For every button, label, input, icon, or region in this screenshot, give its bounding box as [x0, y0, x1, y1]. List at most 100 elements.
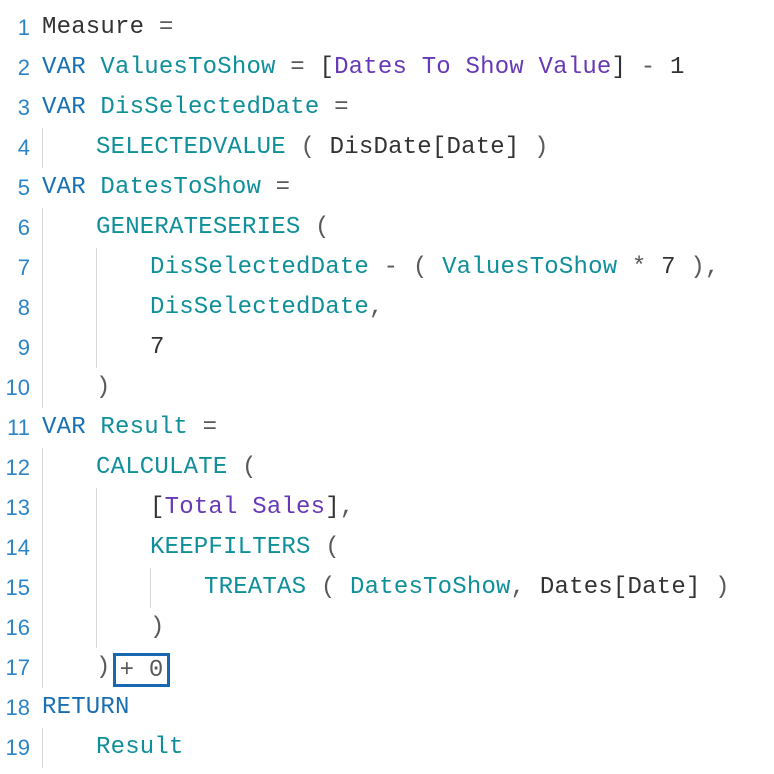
line-number: 16 [0, 608, 34, 648]
token-operator: - [626, 54, 670, 81]
token-number: 7 [661, 254, 676, 281]
line-number: 17 [0, 648, 34, 688]
token-table: Dates [540, 574, 613, 601]
token-variable: ValuesToShow [100, 54, 275, 81]
line-number: 11 [0, 408, 34, 448]
code-line: 6 GENERATESERIES ( [0, 208, 774, 248]
line-number: 6 [0, 208, 34, 248]
code-content[interactable]: [Total Sales], [34, 488, 354, 528]
token-function: CALCULATE [96, 454, 227, 481]
code-content[interactable]: Measure = [34, 8, 173, 48]
token-function: SELECTEDVALUE [96, 134, 286, 161]
token-column: Date [628, 574, 686, 601]
code-content[interactable]: Result [34, 728, 184, 768]
token-bracket: ] [325, 494, 340, 521]
code-line: 10 ) [0, 368, 774, 408]
token-comma: , [369, 294, 384, 321]
token-function: GENERATESERIES [96, 214, 300, 241]
token-measure: Dates To Show Value [334, 54, 611, 81]
token-bracket: [ [150, 494, 165, 521]
code-content[interactable]: VAR Result = [34, 408, 217, 448]
dax-code-editor[interactable]: 1 Measure = 2 VAR ValuesToShow = [Dates … [0, 0, 774, 768]
token-variable: DisSelectedDate [150, 294, 369, 321]
line-number: 7 [0, 248, 34, 288]
indent-guide [42, 648, 96, 688]
code-line: 12 CALCULATE ( [0, 448, 774, 488]
line-number: 18 [0, 688, 34, 728]
code-content[interactable]: TREATAS ( DatesToShow, Dates[Date] ) [34, 568, 730, 608]
code-line: 15 TREATAS ( DatesToShow, Dates[Date] ) [0, 568, 774, 608]
token-variable: Result [96, 734, 184, 761]
token-variable: Result [100, 414, 188, 441]
token-paren: ( [306, 574, 350, 601]
token-column: Date [446, 134, 504, 161]
indent-guide [96, 488, 150, 528]
indent-guide [96, 528, 150, 568]
code-content[interactable]: ) + 0 [34, 648, 170, 688]
token-bracket: ] [612, 54, 627, 81]
code-content[interactable]: VAR DisSelectedDate = [34, 88, 349, 128]
token-paren: ( [286, 134, 330, 161]
code-content[interactable]: ) [34, 368, 111, 408]
line-number: 12 [0, 448, 34, 488]
token-paren: ) [676, 254, 705, 281]
indent-guide [42, 248, 96, 288]
indent-guide [42, 728, 96, 768]
line-number: 10 [0, 368, 34, 408]
token-bracket: [ [613, 574, 628, 601]
indent-guide [96, 328, 150, 368]
indent-guide [96, 248, 150, 288]
indent-guide [42, 128, 96, 168]
line-number: 2 [0, 48, 34, 88]
token-measure: Total Sales [165, 494, 326, 521]
token-paren: ( [311, 534, 340, 561]
indent-guide [42, 288, 96, 328]
token-operator: + 0 [120, 657, 164, 684]
token-variable: DisSelectedDate [100, 94, 319, 121]
code-line: 1 Measure = [0, 8, 774, 48]
token-paren: ) [96, 374, 111, 401]
code-line: 14 KEEPFILTERS ( [0, 528, 774, 568]
line-number: 14 [0, 528, 34, 568]
code-content[interactable]: VAR DatesToShow = [34, 168, 290, 208]
line-number: 3 [0, 88, 34, 128]
token-paren: ) [150, 614, 165, 641]
code-content[interactable]: KEEPFILTERS ( [34, 528, 340, 568]
token-operator: = [276, 54, 320, 81]
line-number: 19 [0, 728, 34, 768]
code-content[interactable]: DisSelectedDate - ( ValuesToShow * 7 ), [34, 248, 720, 288]
indent-guide [96, 568, 150, 608]
indent-guide [42, 608, 96, 648]
line-number: 9 [0, 328, 34, 368]
code-content[interactable]: RETURN [34, 688, 130, 728]
token-paren: ( [227, 454, 256, 481]
code-content[interactable]: GENERATESERIES ( [34, 208, 330, 248]
code-line: 4 SELECTEDVALUE ( DisDate[Date] ) [0, 128, 774, 168]
token-keyword: VAR [42, 174, 86, 201]
code-content[interactable]: SELECTEDVALUE ( DisDate[Date] ) [34, 128, 549, 168]
token-function: KEEPFILTERS [150, 534, 311, 561]
token-operator: = [261, 174, 290, 201]
token-comma: , [705, 254, 720, 281]
line-number: 15 [0, 568, 34, 608]
token-variable: DatesToShow [100, 174, 261, 201]
indent-guide [96, 608, 150, 648]
token-number: 7 [150, 334, 165, 361]
indent-guide [42, 208, 96, 248]
code-line: 2 VAR ValuesToShow = [Dates To Show Valu… [0, 48, 774, 88]
token-paren: ( [413, 254, 442, 281]
code-content[interactable]: VAR ValuesToShow = [Dates To Show Value]… [34, 48, 685, 88]
indent-guide [96, 288, 150, 328]
code-line: 19 Result [0, 728, 774, 768]
line-number: 5 [0, 168, 34, 208]
code-line: 11 VAR Result = [0, 408, 774, 448]
highlight-annotation: + 0 [113, 653, 171, 687]
token-paren: ) [96, 654, 111, 681]
token-comma: , [511, 574, 540, 601]
code-content[interactable]: DisSelectedDate, [34, 288, 384, 328]
token-comma: , [340, 494, 355, 521]
code-content[interactable]: ) [34, 608, 165, 648]
token-keyword: VAR [42, 414, 86, 441]
code-content[interactable]: CALCULATE ( [34, 448, 257, 488]
code-content[interactable]: 7 [34, 328, 165, 368]
